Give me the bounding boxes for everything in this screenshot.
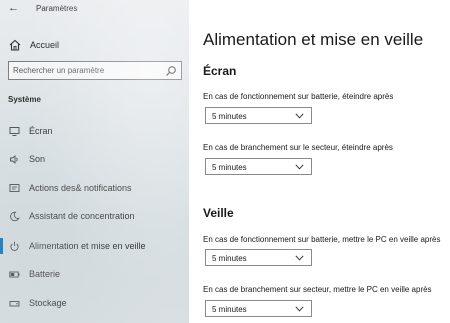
sidebar-item-notifications[interactable]: Actions des& notifications <box>0 177 189 199</box>
sidebar-item-label: Écran <box>29 126 53 136</box>
sidebar-item-label: Batterie <box>29 269 61 279</box>
sidebar-item-label: Assistant de concentration <box>29 211 135 221</box>
power-icon <box>10 241 19 251</box>
sidebar-item-storage[interactable]: Stockage <box>0 292 189 314</box>
dropdown-value: 5 minutes <box>212 254 247 263</box>
storage-icon <box>9 300 20 306</box>
main-panel: Alimentation et mise en veille Écran En … <box>189 0 450 323</box>
dropdown-value: 5 minutes <box>212 163 247 172</box>
search-box[interactable] <box>8 61 182 80</box>
sidebar: ← Paramètres Accueil Système Écran Son <box>0 0 189 323</box>
sidebar-item-power-sleep[interactable]: Alimentation et mise en veille <box>0 235 189 257</box>
screen-battery-dropdown[interactable]: 5 minutes <box>205 107 312 124</box>
chevron-down-icon <box>295 113 304 119</box>
screen-plugged-dropdown[interactable]: 5 minutes <box>205 158 312 175</box>
sleep-battery-dropdown[interactable]: 5 minutes <box>205 249 312 266</box>
sleep-battery-label: En cas de fonctionnement sur batterie, m… <box>203 235 441 244</box>
sleep-plugged-label: En cas de branchement sur secteur, mettr… <box>203 285 432 294</box>
monitor-icon <box>9 126 20 136</box>
chevron-down-icon <box>295 164 304 170</box>
sidebar-item-label: Son <box>29 154 46 164</box>
app-title: Paramètres <box>36 4 78 13</box>
sidebar-item-battery[interactable]: Batterie <box>0 263 189 285</box>
chevron-down-icon <box>295 306 304 312</box>
battery-icon <box>9 271 20 277</box>
chevron-down-icon <box>295 255 304 261</box>
section-heading-screen: Écran <box>203 64 237 78</box>
sleep-plugged-dropdown[interactable]: 5 minutes <box>205 300 312 317</box>
home-icon <box>9 39 21 51</box>
screen-battery-label: En cas de fonctionnement sur batterie, é… <box>203 92 394 101</box>
dropdown-value: 5 minutes <box>212 112 247 121</box>
home-label: Accueil <box>30 40 60 50</box>
section-heading-sleep: Veille <box>203 206 234 220</box>
page-title: Alimentation et mise en veille <box>203 30 424 49</box>
section-title: Système <box>8 95 41 104</box>
sidebar-item-son[interactable]: Son <box>0 148 189 170</box>
screen-plugged-label: En cas de branchement sur le secteur, ét… <box>203 143 393 152</box>
speaker-icon <box>10 154 18 164</box>
sidebar-item-label: Alimentation et mise en veille <box>29 241 146 251</box>
moon-icon <box>10 211 20 221</box>
home-link[interactable]: Accueil <box>8 36 183 54</box>
back-arrow-icon[interactable]: ← <box>8 2 19 14</box>
search-icon[interactable] <box>165 65 177 77</box>
sidebar-item-label: Actions des& notifications <box>29 183 132 193</box>
sidebar-item-ecran[interactable]: Écran <box>0 120 189 142</box>
title-bar: ← Paramètres <box>0 0 189 18</box>
sidebar-item-focus-assist[interactable]: Assistant de concentration <box>0 205 189 227</box>
sidebar-item-label: Stockage <box>29 298 67 308</box>
search-input[interactable] <box>13 64 163 77</box>
notification-icon <box>9 183 20 192</box>
dropdown-value: 5 minutes <box>212 305 247 314</box>
